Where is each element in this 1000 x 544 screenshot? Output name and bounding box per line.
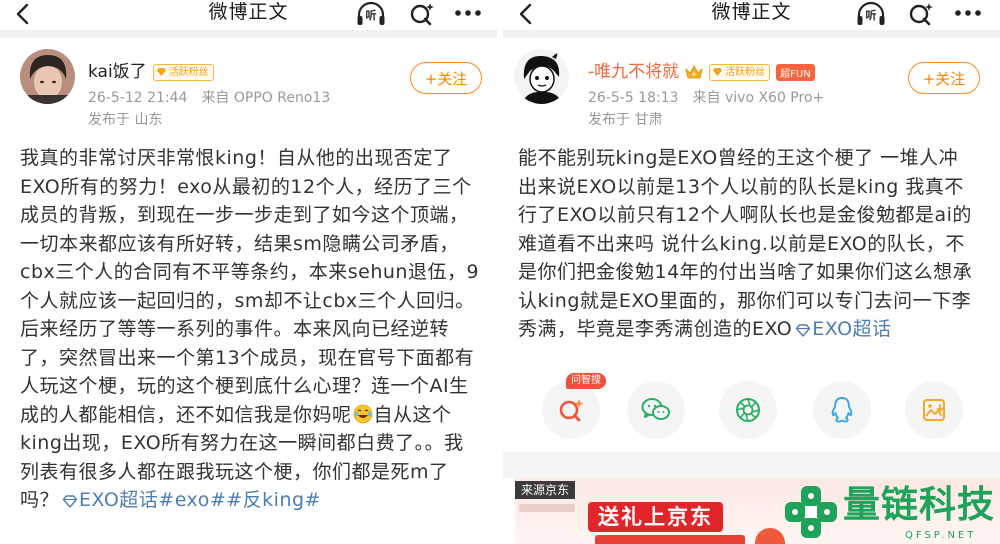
save-image-icon — [923, 399, 945, 421]
listen-label: 听 — [865, 9, 877, 22]
post-line-text: 秀满，毕竟是李秀满创造的EXO — [518, 318, 793, 340]
separator-band — [503, 452, 1000, 478]
post-line: 行了EXO以前只有12个人啊队长也是金俊勉都是ai的 — [518, 204, 972, 226]
more-options-icon[interactable] — [453, 7, 483, 19]
watermark-brand: 量链科技 — [843, 483, 995, 526]
user-photo-avatar — [20, 49, 75, 104]
save-image-button[interactable] — [905, 381, 963, 439]
name-row: -唯九不将就 活跃粉丝 超FUN — [588, 60, 815, 84]
post-location: 发布于 山东 — [88, 112, 163, 128]
ad-source-label: 来源京东 — [515, 481, 576, 499]
post-line: 人玩这个梗，玩的这个梗到底什么心理？连一个AI生 — [20, 375, 469, 397]
post-line-last: 秀满，毕竟是李秀满创造的EXO EXO超话 — [518, 315, 994, 344]
wenzhisou-button[interactable] — [542, 381, 600, 439]
avatar[interactable] — [514, 49, 569, 104]
follow-button[interactable]: +关注 — [410, 62, 482, 94]
name-row: kai饭了 活跃粉丝 — [88, 60, 214, 84]
wenzhisou-badge: 问智搜 — [566, 373, 606, 389]
super-fun-badge[interactable]: 超FUN — [776, 63, 815, 81]
post-line-text: 自从这个 — [373, 403, 452, 426]
post-meta: 26-5-5 18:13 来自 vivo X60 Pro+ — [588, 88, 824, 108]
fan-badge[interactable]: 活跃粉丝 — [709, 63, 771, 81]
share-wechat-button[interactable] — [627, 381, 685, 439]
top-bar: 微博正文 听 — [503, 0, 1000, 30]
post-line: 列表有很多人都在跟我玩这个梗，你们都是死m了 — [20, 460, 449, 483]
post-time: 26-5-5 18:13 — [588, 90, 679, 106]
post-line-text: 吗？ — [20, 489, 60, 511]
post-line-with-emoji: 成的人都能相信，还不如信我是你妈呢 自从这个 — [20, 401, 496, 430]
moments-icon — [736, 398, 760, 422]
share-moments-button[interactable] — [719, 381, 777, 439]
diamond-icon — [156, 68, 166, 76]
post-line: 认king就是EXO里面的，那你们可以专门去问一下李 — [518, 289, 972, 312]
fan-badge[interactable]: 活跃粉丝 — [152, 63, 214, 81]
post-line: 我真的非常讨厌非常恨king！自从他的出现否定了 — [20, 147, 453, 169]
post-line: cbx三个人的合同有不平等条约，本来sehun退伍，9 — [20, 261, 480, 283]
fan-badge-label: 活跃粉丝 — [725, 66, 766, 78]
topic-text: EXO超话 — [812, 318, 892, 340]
post-line: 一切本来都应该有所好转，结果sm隐瞒公司矛盾， — [20, 232, 459, 255]
ad-promo-graphic — [755, 528, 785, 544]
crown-icon — [685, 65, 703, 79]
ad-subtext-placeholder — [519, 504, 575, 512]
post-line: 是你们把金俊勉14年的付出当啥了如果你们这么想承 — [518, 261, 973, 283]
fan-badge-label: 活跃粉丝 — [168, 66, 209, 78]
weibo-post-panel-left: 微博正文 听 kai饭了 活跃粉丝 26-5-12 21:44 来自 OPPO R… — [0, 0, 497, 544]
diamond-icon — [713, 68, 723, 76]
post-line-text: 成的人都能相信，还不如信我是你妈呢 — [20, 403, 352, 426]
qq-icon — [831, 397, 853, 423]
laughing-tears-icon — [353, 404, 372, 423]
topic-link[interactable]: EXO超话#exo##反king# — [59, 489, 321, 511]
post-line: 出来说EXO以前是13个人以前的队长是king 我真不 — [518, 175, 964, 198]
ad-headline: 送礼上京东 — [588, 502, 723, 532]
listen-button[interactable]: 听 — [355, 0, 387, 28]
separator-band — [503, 30, 1000, 38]
topic-text: EXO超话#exo##反king# — [79, 489, 321, 511]
post-location: 发布于 甘肃 — [588, 112, 663, 128]
share-qq-button[interactable] — [813, 381, 871, 439]
follow-button[interactable]: +关注 — [908, 62, 980, 94]
listen-label: 听 — [365, 9, 377, 22]
user-name[interactable]: kai饭了 — [88, 61, 147, 83]
post-line: 能不能别玩king是EXO曾经的王这个梗了 一堆人冲 — [518, 147, 959, 169]
post-line: 成员的背叛，到现在一步一步走到了如今这个顶端， — [20, 204, 469, 226]
cartoon-avatar — [514, 49, 569, 104]
post-line: 难道看不出来吗 说什么king.以前是EXO的队长，不 — [518, 232, 965, 255]
post-body: 我真的非常讨厌非常恨king！自从他的出现否定了 EXO所有的努力！exo从最初… — [20, 144, 496, 515]
share-bar: 问智搜 — [503, 370, 1000, 450]
avatar[interactable] — [20, 49, 75, 104]
ad-promo-graphic — [595, 535, 745, 544]
post-line-last: 吗？ EXO超话#exo##反king# — [20, 486, 496, 515]
post-meta: 26-5-12 21:44 来自 OPPO Reno13 — [88, 88, 330, 108]
separator-band — [0, 30, 497, 38]
post-time: 26-5-12 21:44 — [88, 90, 188, 106]
more-options-icon[interactable] — [953, 7, 983, 19]
post-line: 了，突然冒出来一个第13个成员，现在官号下面都有 — [20, 346, 475, 369]
wechat-icon — [641, 398, 670, 420]
top-bar: 微博正文 听 — [0, 0, 497, 30]
post-line: 后来经历了等等一系列的事件。本来风向已经逆转 — [20, 318, 450, 340]
wenzhisou-icon — [559, 399, 584, 422]
post-source: 来自 vivo X60 Pro+ — [692, 90, 825, 106]
user-name[interactable]: -唯九不将就 — [588, 61, 679, 83]
ai-search-icon[interactable] — [907, 1, 935, 27]
topic-link[interactable]: EXO超话 — [792, 318, 891, 340]
post-line: king出现，EXO所有努力在这一瞬间都白费了。。我 — [20, 432, 464, 454]
ai-search-icon[interactable] — [408, 1, 436, 27]
watermark-logo-icon — [785, 486, 837, 538]
watermark-domain: QFSP.NET — [905, 530, 977, 541]
post-line: 个人就应该一起回归的，sm却不让cbx三个人回归。 — [20, 289, 475, 312]
post-source: 来自 OPPO Reno13 — [201, 90, 331, 106]
post-body: 能不能别玩king是EXO曾经的王这个梗了 一堆人冲 出来说EXO以前是13个人… — [518, 144, 994, 344]
super-topic-diamond-icon — [796, 324, 811, 337]
listen-button[interactable]: 听 — [855, 0, 887, 28]
post-line: EXO所有的努力！exo从最初的12个人，经历了三个 — [20, 175, 472, 198]
super-topic-diamond-icon — [62, 495, 78, 508]
weibo-post-panel-right: 微博正文 听 -唯九不将就 活跃粉丝 超FUN 26-5-5 18:13 来自 v… — [503, 0, 1000, 544]
